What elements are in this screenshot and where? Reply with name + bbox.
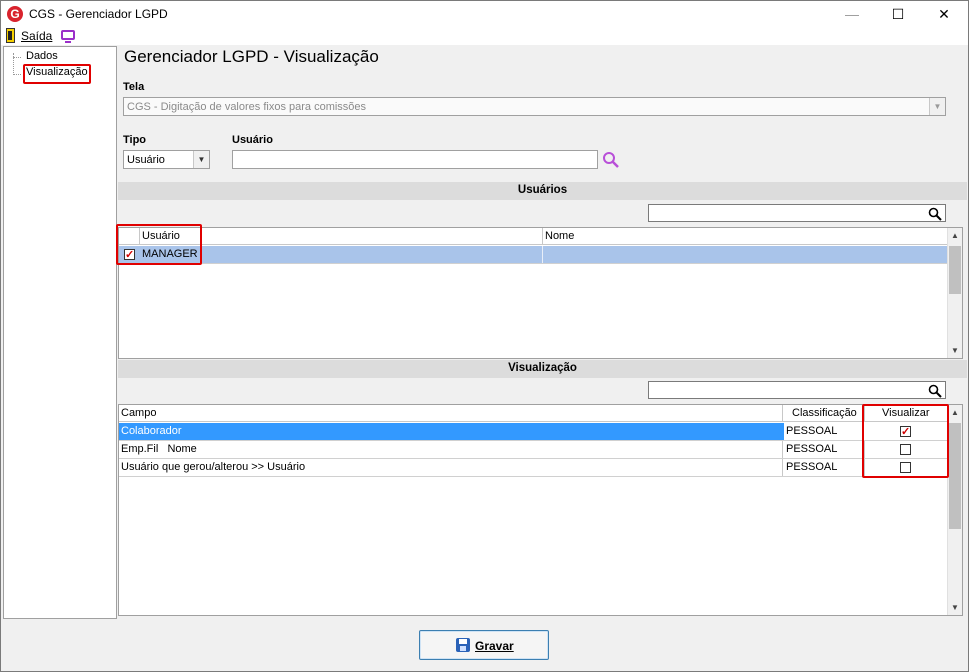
table-row[interactable]: MANAGER (119, 246, 947, 264)
scroll-up-icon[interactable]: ▲ (948, 231, 962, 240)
floppy-disk-icon (456, 638, 470, 652)
scroll-down-icon[interactable]: ▼ (948, 603, 962, 612)
column-separator (782, 405, 783, 422)
highlight-box (862, 404, 949, 478)
view-section-header: Visualização (118, 360, 967, 378)
scroll-down-icon[interactable]: ▼ (948, 346, 962, 355)
menu-bar: Saída (1, 27, 968, 45)
column-separator (542, 246, 543, 263)
users-scrollbar[interactable]: ▲ ▼ (947, 228, 962, 358)
tipo-label: Tipo (123, 134, 147, 146)
users-grid-header: Usuário Nome (119, 228, 947, 245)
save-button-label: Gravar (475, 639, 514, 653)
page-title: Gerenciador LGPD - Visualização (124, 47, 379, 66)
navigation-tree: Dados Visualização (3, 46, 117, 619)
app-logo-icon: G (7, 6, 23, 22)
table-row[interactable]: Usuário que gerou/alterou >> Usuário PES… (119, 459, 947, 477)
scroll-thumb[interactable] (949, 246, 961, 294)
window-title: CGS - Gerenciador LGPD (29, 7, 168, 21)
cell-classificacao: PESSOAL (786, 461, 838, 473)
tela-label: Tela (123, 81, 145, 93)
cell-classificacao: PESSOAL (784, 423, 866, 440)
save-button[interactable]: Gravar (419, 630, 549, 660)
tela-combobox[interactable]: CGS - Digitação de valores fixos para co… (123, 97, 946, 116)
view-search-input[interactable] (648, 381, 946, 399)
column-separator (782, 441, 783, 458)
tela-value: CGS - Digitação de valores fixos para co… (127, 101, 367, 113)
close-button[interactable]: ✕ (921, 1, 967, 27)
search-icon[interactable] (928, 207, 942, 221)
tipo-select[interactable]: Usuário ▼ (123, 150, 210, 169)
cell-campo: Colaborador (121, 425, 182, 437)
maximize-button[interactable]: ☐ (875, 1, 921, 27)
table-row[interactable]: Colaborador PESSOAL (119, 423, 947, 441)
tree-connector (13, 57, 21, 58)
tree-item-dados[interactable]: Dados (26, 50, 58, 62)
scroll-up-icon[interactable]: ▲ (948, 408, 962, 417)
view-grid-header: Campo Classificação Visualizar (119, 405, 947, 422)
chevron-down-icon[interactable]: ▼ (929, 98, 945, 115)
cell-campo: Usuário que gerou/alterou >> Usuário (121, 461, 306, 473)
highlight-box (116, 224, 202, 265)
scroll-thumb[interactable] (949, 423, 961, 529)
column-header-nome[interactable]: Nome (545, 228, 574, 244)
minimize-button[interactable]: — (829, 1, 875, 27)
tree-item-visualizacao[interactable]: Visualização (26, 66, 88, 78)
usuario-input[interactable] (232, 150, 598, 169)
users-search-input[interactable] (648, 204, 946, 222)
tipo-value: Usuário (127, 154, 165, 166)
view-scrollbar[interactable]: ▲ ▼ (947, 405, 962, 615)
exit-menu-item[interactable]: Saída (21, 29, 52, 43)
cell-campo: Emp.Fil Nome (121, 443, 197, 455)
title-bar: G CGS - Gerenciador LGPD — ☐ ✕ (1, 1, 968, 27)
app-window: G CGS - Gerenciador LGPD — ☐ ✕ Saída Dad… (0, 0, 969, 672)
column-header-classificacao[interactable]: Classificação (792, 405, 857, 421)
usuario-label: Usuário (232, 134, 273, 146)
tree-connector (13, 74, 21, 75)
column-separator (782, 459, 783, 476)
column-separator (542, 228, 543, 245)
users-grid: Usuário Nome MANAGER ▲ ▼ (118, 227, 963, 359)
users-section-header: Usuários (118, 182, 967, 200)
search-icon[interactable] (928, 384, 942, 398)
monitor-icon[interactable] (61, 30, 75, 43)
magnifier-icon[interactable] (602, 151, 620, 169)
table-row[interactable]: Emp.Fil Nome PESSOAL (119, 441, 947, 459)
door-exit-icon[interactable] (6, 28, 15, 43)
view-grid: Campo Classificação Visualizar Colaborad… (118, 404, 963, 616)
cell-classificacao: PESSOAL (786, 443, 838, 455)
chevron-down-icon[interactable]: ▼ (193, 151, 209, 168)
column-header-campo[interactable]: Campo (121, 405, 156, 421)
